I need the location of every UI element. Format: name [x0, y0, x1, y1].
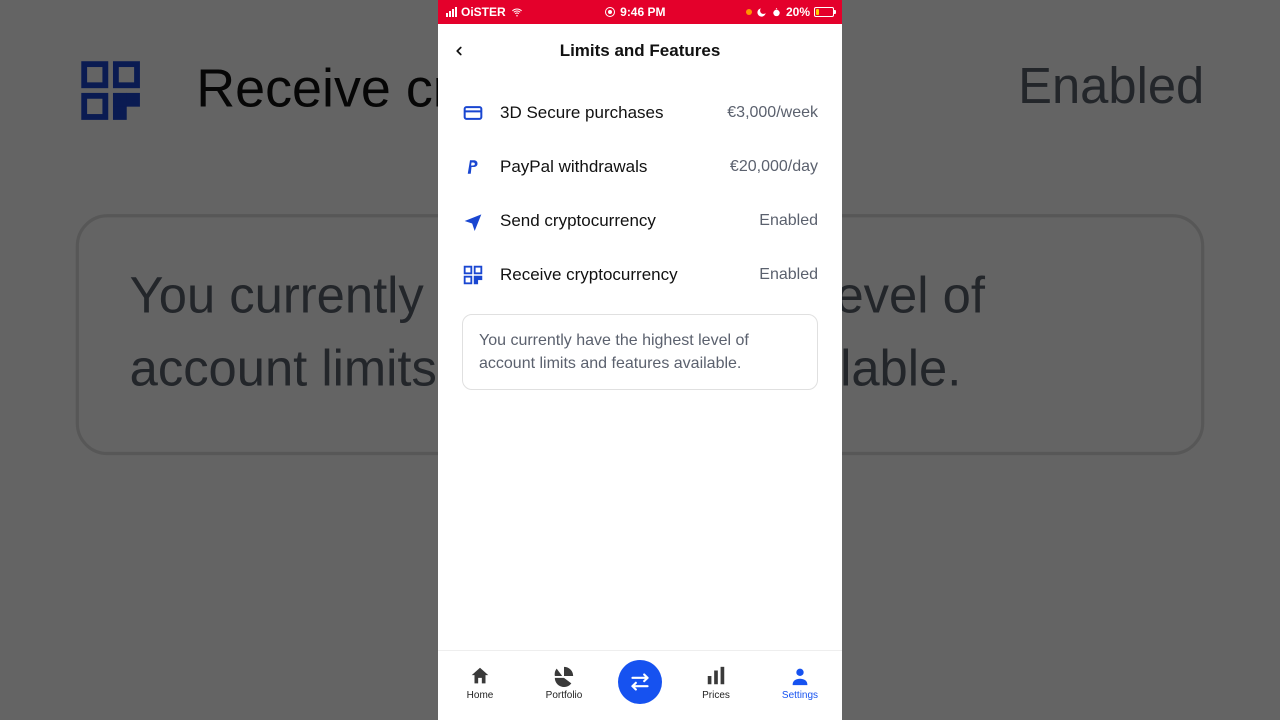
battery-icon [814, 7, 834, 17]
chevron-left-icon [452, 41, 466, 61]
tab-bar: Home Portfolio Prices Settings [438, 650, 842, 720]
send-icon [462, 210, 484, 232]
row-receive-crypto[interactable]: Receive cryptocurrency Enabled [438, 248, 842, 302]
info-message: You currently have the highest level of … [462, 314, 818, 390]
mic-indicator-icon [746, 9, 752, 15]
wifi-icon [510, 6, 524, 18]
status-bar: OiSTER 9:46 PM 20% [438, 0, 842, 24]
alarm-icon [771, 7, 782, 18]
row-paypal-withdrawals[interactable]: PayPal withdrawals €20,000/day [438, 140, 842, 194]
tab-label: Settings [782, 690, 818, 701]
carrier-label: OiSTER [461, 5, 506, 19]
pie-chart-icon [553, 665, 575, 687]
content-area: 3D Secure purchases €3,000/week PayPal w… [438, 78, 842, 650]
card-icon [462, 102, 484, 124]
signal-icon [446, 7, 457, 17]
recording-icon [604, 6, 616, 18]
qr-icon [462, 264, 484, 286]
swap-icon [630, 672, 650, 692]
row-label: Send cryptocurrency [500, 211, 743, 231]
tab-portfolio[interactable]: Portfolio [534, 665, 594, 701]
tab-prices[interactable]: Prices [686, 665, 746, 701]
back-button[interactable] [452, 24, 466, 78]
phone-frame: OiSTER 9:46 PM 20% [438, 0, 842, 720]
status-right: 20% [746, 5, 834, 19]
tab-label: Prices [702, 690, 730, 701]
clock-time: 9:46 PM [620, 5, 665, 19]
page-title: Limits and Features [560, 41, 721, 61]
row-label: Receive cryptocurrency [500, 265, 743, 285]
row-value: Enabled [759, 212, 818, 230]
row-label: PayPal withdrawals [500, 157, 714, 177]
status-left: OiSTER [446, 5, 524, 19]
bar-chart-icon [705, 665, 727, 687]
user-icon [789, 665, 811, 687]
row-value: €20,000/day [730, 158, 818, 176]
tab-label: Portfolio [546, 690, 583, 701]
paypal-icon [462, 156, 484, 178]
row-value: €3,000/week [727, 104, 818, 122]
nav-header: Limits and Features [438, 24, 842, 78]
battery-pct: 20% [786, 5, 810, 19]
tab-label: Home [467, 690, 494, 701]
tab-home[interactable]: Home [450, 665, 510, 701]
trade-fab-button[interactable] [618, 660, 662, 704]
moon-icon [756, 7, 767, 18]
tab-settings[interactable]: Settings [770, 665, 830, 701]
home-icon [469, 665, 491, 687]
row-value: Enabled [759, 266, 818, 284]
row-label: 3D Secure purchases [500, 103, 711, 123]
row-send-crypto[interactable]: Send cryptocurrency Enabled [438, 194, 842, 248]
row-3d-secure[interactable]: 3D Secure purchases €3,000/week [438, 86, 842, 140]
status-center: 9:46 PM [524, 5, 746, 19]
